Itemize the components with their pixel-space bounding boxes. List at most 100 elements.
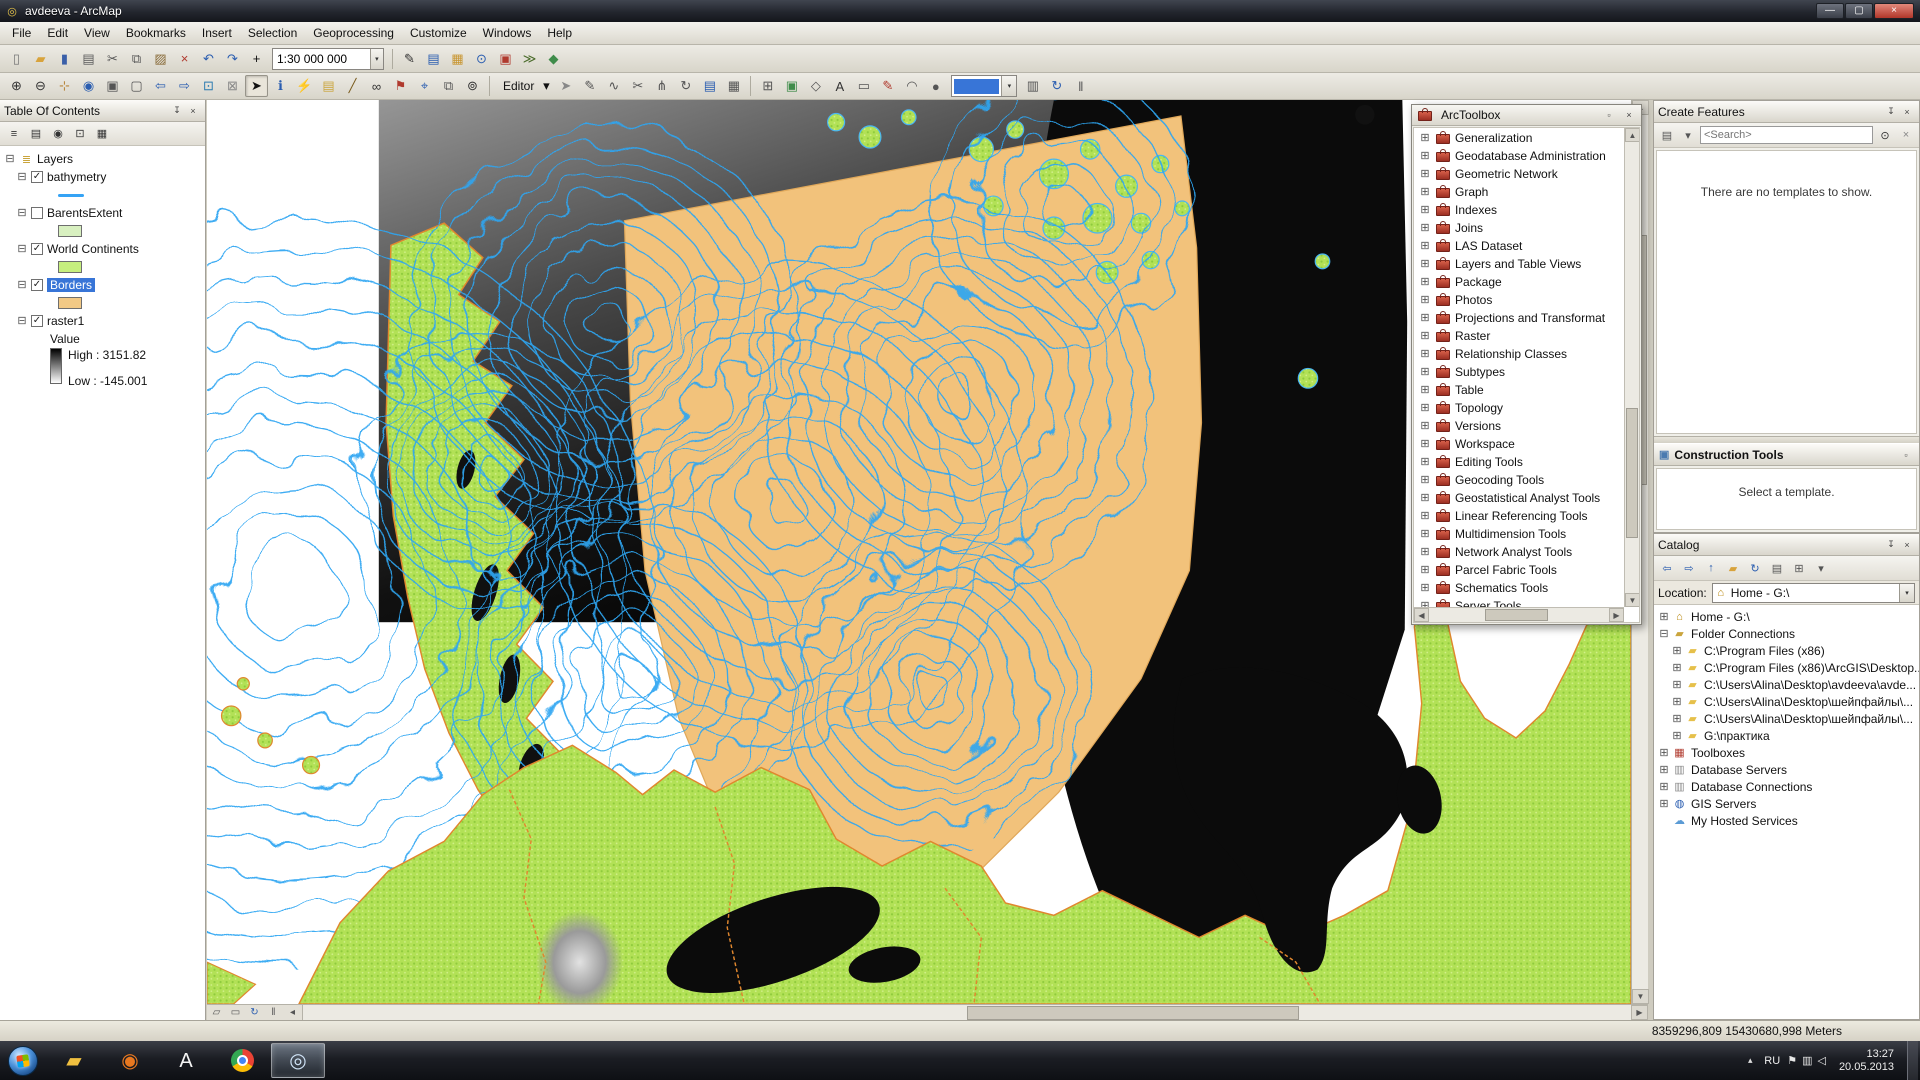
expander-icon[interactable]: ⊞ (1671, 662, 1683, 674)
menu-item[interactable]: Windows (475, 23, 540, 43)
viewer-window-icon[interactable]: ⧉ (437, 75, 460, 97)
toc-root[interactable]: ⊟ ≣ Layers (0, 150, 205, 168)
menu-item[interactable]: Help (539, 23, 580, 43)
menu-item[interactable]: Bookmarks (118, 23, 194, 43)
dock-icon[interactable]: ▫ (1898, 448, 1914, 462)
toolbox-item[interactable]: ⊞ Server Tools (1414, 597, 1624, 607)
toolbox-item[interactable]: ⊞ Layers and Table Views (1414, 255, 1624, 273)
print-icon[interactable]: ▤ (77, 48, 100, 70)
menu-item[interactable]: Selection (240, 23, 305, 43)
templates-dropdown-icon[interactable]: ▾ (1678, 126, 1698, 145)
menu-item[interactable]: View (76, 23, 118, 43)
sketch-properties-icon[interactable]: ▦ (722, 75, 745, 97)
catalog-tree-item[interactable]: ⊞ ▰ C:\Program Files (x86) (1654, 642, 1919, 659)
expander-icon[interactable]: ⊞ (1419, 564, 1431, 576)
expander-icon[interactable]: ⊞ (1419, 240, 1431, 252)
close-icon[interactable]: × (185, 104, 201, 118)
pin-icon[interactable]: ↧ (1883, 538, 1899, 552)
text-tool-icon[interactable]: A (828, 75, 851, 97)
layer-checkbox[interactable]: ✓ (31, 279, 43, 291)
catalog-tree-item[interactable]: ⊞ ◍ GIS Servers (1654, 795, 1919, 812)
expander-icon[interactable]: ⊞ (1419, 510, 1431, 522)
list-by-visibility-icon[interactable]: ◉ (48, 125, 68, 143)
scroll-left-icon[interactable]: ◀ (1414, 608, 1429, 622)
close-icon[interactable]: × (1899, 538, 1915, 552)
expander-icon[interactable]: ⊞ (1419, 348, 1431, 360)
layout-toolbar-icon[interactable]: ▥ (1021, 75, 1044, 97)
expander-icon[interactable]: ⊟ (16, 207, 28, 219)
model-builder-icon[interactable]: ◆ (542, 48, 565, 70)
expander-icon[interactable]: ⊞ (1419, 186, 1431, 198)
close-icon[interactable]: × (1621, 108, 1637, 122)
magnifier-window-icon[interactable]: ⊚ (461, 75, 484, 97)
organize-templates-icon[interactable]: ▤ (1657, 126, 1677, 145)
pan-icon[interactable]: ⊹ (53, 75, 76, 97)
expander-icon[interactable]: ⊟ (16, 171, 28, 183)
scroll-down-icon[interactable]: ▼ (1632, 989, 1649, 1004)
point-tool-icon[interactable]: ● (924, 75, 947, 97)
expander-icon[interactable]: ⊞ (1419, 546, 1431, 558)
layer-checkbox[interactable]: ✓ (31, 171, 43, 183)
toolbox-item[interactable]: ⊞ Versions (1414, 417, 1624, 435)
media-player-icon[interactable]: ◉ (103, 1043, 157, 1078)
select-elements-icon[interactable]: ➤ (245, 75, 268, 97)
menu-item[interactable]: Geoprocessing (305, 23, 402, 43)
toc-options-icon[interactable]: ▦ (92, 125, 112, 143)
expander-icon[interactable]: ⊟ (16, 243, 28, 255)
expander-icon[interactable]: ⊞ (1671, 696, 1683, 708)
open-folder-icon[interactable]: ▰ (29, 48, 52, 70)
catalog-tree-item[interactable]: ⊞ ▰ G:\практика (1654, 727, 1919, 744)
catalog-tree-item[interactable]: ⊞ ▰ C:\Users\Alina\Desktop\avdeeva\avde.… (1654, 676, 1919, 693)
fixed-zoom-in-icon[interactable]: ▣ (101, 75, 124, 97)
toolbox-item[interactable]: ⊞ Photos (1414, 291, 1624, 309)
close-icon[interactable]: × (1899, 105, 1915, 119)
chrome-icon[interactable] (215, 1043, 269, 1078)
pause-icon[interactable]: ‖ (264, 1005, 283, 1020)
menu-item[interactable]: Customize (402, 23, 475, 43)
explorer-icon[interactable]: ▰ (47, 1043, 101, 1078)
add-graphics-icon[interactable]: ◇ (804, 75, 827, 97)
edit-tool-icon[interactable]: ➤ (554, 75, 577, 97)
toolbox-item[interactable]: ⊞ Workspace (1414, 435, 1624, 453)
pause-drawing-icon[interactable]: ‖ (1069, 75, 1092, 97)
expander-icon[interactable]: ⊞ (1419, 582, 1431, 594)
list-by-source-icon[interactable]: ▤ (26, 125, 46, 143)
toolbox-item[interactable]: ⊞ Schematics Tools (1414, 579, 1624, 597)
expander-icon[interactable]: ⊞ (1419, 528, 1431, 540)
layer-row[interactable]: ⊟ ✓ Borders (0, 276, 205, 294)
search-window-icon[interactable]: ⊙ (470, 48, 493, 70)
expander-icon[interactable]: ⊞ (1671, 730, 1683, 742)
catalog-tree-item[interactable]: ⊞ ▰ C:\Users\Alina\Desktop\шейпфайлы\... (1654, 693, 1919, 710)
split-tool-icon[interactable]: ⋔ (650, 75, 673, 97)
redo-icon[interactable]: ↷ (221, 48, 244, 70)
catalog-tree-item[interactable]: ⊞ ▥ Database Servers (1654, 761, 1919, 778)
dock-icon[interactable]: ▫ (1601, 108, 1617, 122)
show-hidden-icons-button[interactable]: ▴ (1743, 1055, 1757, 1066)
fixed-zoom-out-icon[interactable]: ▢ (125, 75, 148, 97)
toggle-contents-icon[interactable]: ▤ (1767, 559, 1787, 578)
zoom-in-icon[interactable]: ⊕ (5, 75, 28, 97)
undo-icon[interactable]: ↶ (197, 48, 220, 70)
rotate-tool-icon[interactable]: ↻ (674, 75, 697, 97)
scroll-up-icon[interactable]: ▲ (1625, 128, 1640, 142)
expander-icon[interactable]: ⊞ (1419, 474, 1431, 486)
forward-icon[interactable]: ⇨ (1679, 559, 1699, 578)
toolbox-item[interactable]: ⊞ Table (1414, 381, 1624, 399)
scroll-left-icon[interactable]: ◂ (283, 1005, 302, 1020)
cut-polygons-icon[interactable]: ✂ (626, 75, 649, 97)
menu-item[interactable]: Edit (39, 23, 76, 43)
toolbox-item[interactable]: ⊞ Subtypes (1414, 363, 1624, 381)
full-extent-icon[interactable]: ◉ (77, 75, 100, 97)
hyperlink-icon[interactable]: ⚡ (293, 75, 316, 97)
toolbox-item[interactable]: ⊞ Parcel Fabric Tools (1414, 561, 1624, 579)
expander-icon[interactable]: ⊞ (1419, 438, 1431, 450)
save-icon[interactable]: ▮ (53, 48, 76, 70)
scroll-thumb[interactable] (1485, 609, 1548, 621)
expander-icon[interactable]: ⊞ (1419, 132, 1431, 144)
volume-icon[interactable]: ◁ (1817, 1054, 1825, 1067)
attributes-icon[interactable]: ▤ (698, 75, 721, 97)
toolbox-item[interactable]: ⊞ Topology (1414, 399, 1624, 417)
toolbox-item[interactable]: ⊞ Geocoding Tools (1414, 471, 1624, 489)
arctoolbox-titlebar[interactable]: ArcToolbox ▫ × (1412, 105, 1641, 126)
expander-icon[interactable]: ⊞ (1658, 798, 1670, 810)
